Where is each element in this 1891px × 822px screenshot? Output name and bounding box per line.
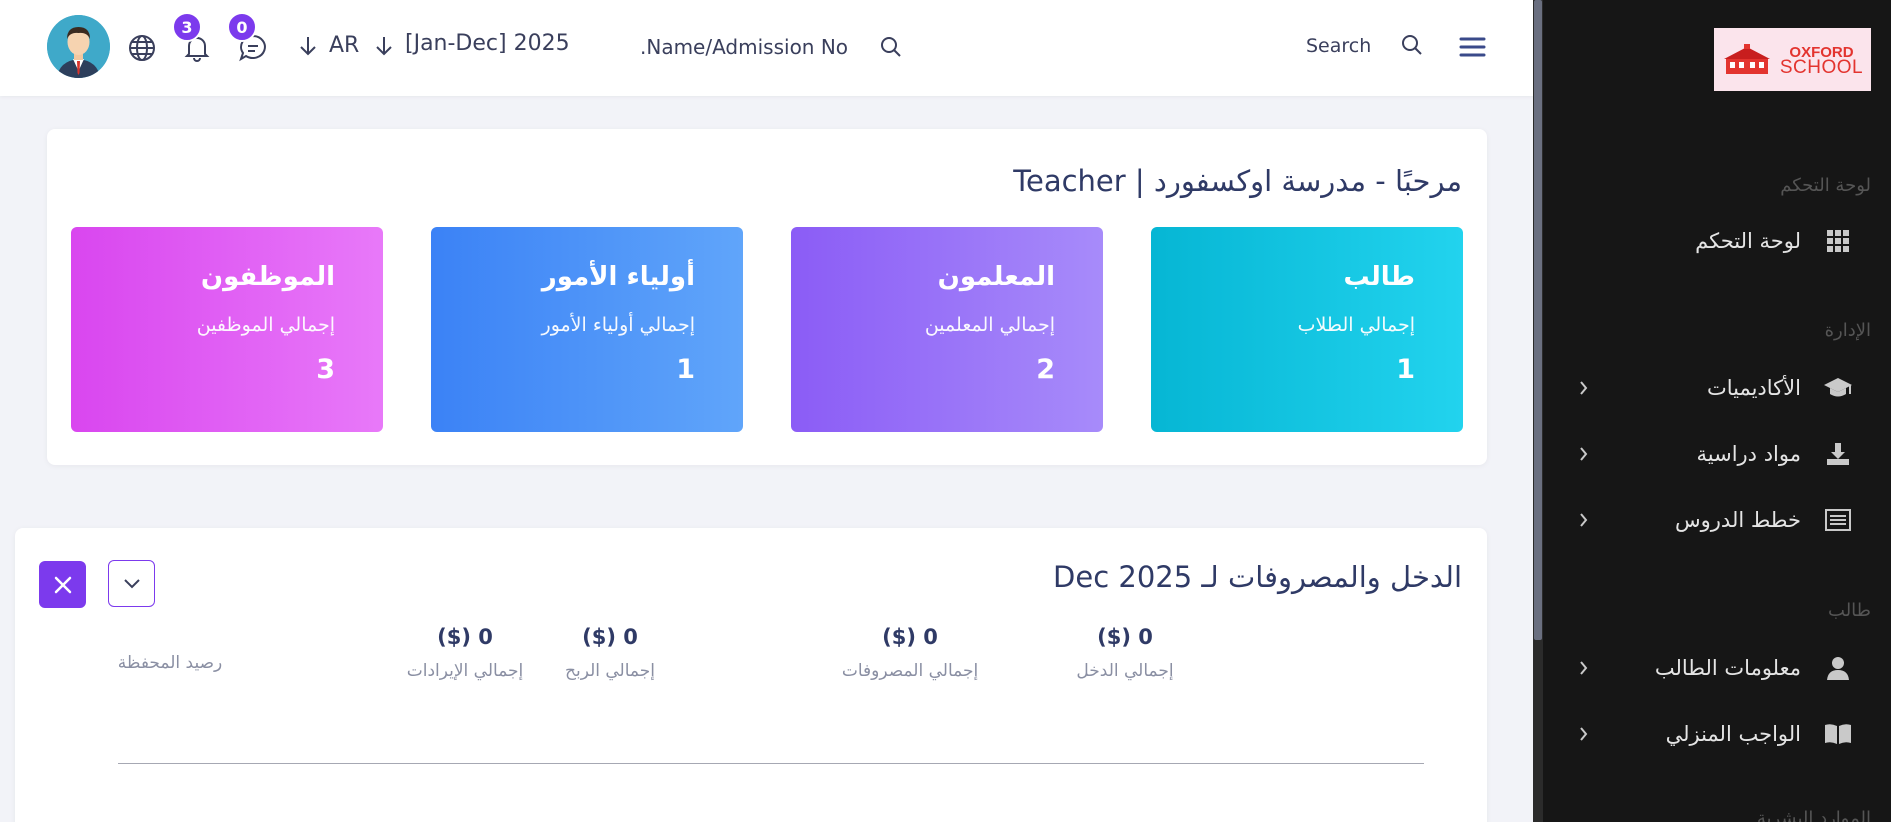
total-expenses-stat: 0 ($) إجمالي المصروفات (825, 625, 995, 681)
stat-card-staff[interactable]: الموظفون إجمالي الموظفين 3 (71, 227, 383, 432)
chevron-left-icon (1573, 723, 1593, 745)
sidebar-item-label: خطط الدروس (1675, 508, 1801, 532)
student-search-box (640, 30, 905, 64)
school-logo[interactable]: OXFORD SCHOOL (1714, 28, 1871, 91)
page-scrollbar[interactable] (1533, 0, 1543, 822)
user-avatar[interactable] (47, 15, 110, 78)
book-icon (1823, 719, 1853, 749)
wallet-balance-label: رصيد المحفظة (117, 653, 223, 673)
stat-subtitle: إجمالي المعلمين (924, 314, 1055, 336)
stat-title: أولياء الأمور (541, 262, 695, 292)
total-expenses-value: 0 ($) (882, 625, 938, 649)
sidebar-item-homework[interactable]: الواجب المنزلي (1543, 709, 1891, 759)
user-icon (1823, 653, 1853, 683)
section-heading-administration: الإدارة (1824, 320, 1871, 341)
chevron-left-icon (1573, 509, 1593, 531)
sidebar-item-dashboard[interactable]: لوحة التحكم (1543, 216, 1891, 266)
stat-title: طالب (1343, 262, 1415, 292)
sidebar-item-label: لوحة التحكم (1695, 229, 1801, 253)
stat-subtitle: إجمالي الطلاب (1297, 314, 1415, 336)
session-selector[interactable]: [Jan-Dec] 2025 (405, 31, 570, 56)
language-globe-icon[interactable] (127, 33, 157, 63)
search-icon[interactable] (1400, 33, 1424, 57)
chevron-down-icon (123, 578, 140, 588)
graduation-cap-icon (1823, 373, 1853, 403)
total-revenue-label: إجمالي الإيرادات (406, 661, 524, 681)
chevron-left-icon (1573, 443, 1593, 465)
stat-value: 1 (1396, 354, 1415, 385)
list-icon (1823, 505, 1853, 535)
total-income-label: إجمالي الدخل (1076, 661, 1174, 681)
logo-text: OXFORD SCHOOL (1779, 45, 1864, 78)
stat-value: 2 (1036, 354, 1055, 385)
sidebar-item-student-info[interactable]: معلومات الطالب (1543, 643, 1891, 693)
logo-line-2: SCHOOL (1779, 56, 1864, 78)
sidebar-item-label: معلومات الطالب (1654, 656, 1801, 680)
total-income: 0 ($) إجمالي الدخل (1045, 625, 1205, 681)
sidebar-item-lesson-plans[interactable]: خطط الدروس (1543, 495, 1891, 545)
welcome-title: مرحبًا - مدرسة اوكسفورد | Teacher (1013, 164, 1462, 198)
stat-subtitle: إجمالي أولياء الأمور (541, 314, 695, 336)
sidebar-item-label: الأكاديميات (1706, 376, 1801, 400)
stat-value: 1 (676, 354, 695, 385)
total-revenue-value: 0 ($) (437, 625, 493, 649)
chevron-left-icon (1573, 657, 1593, 679)
total-income-value: 0 ($) (1097, 625, 1153, 649)
chart-baseline (118, 763, 1424, 764)
close-button[interactable] (39, 561, 86, 608)
stat-title: الموظفون (200, 262, 335, 292)
section-heading-dashboard: لوحة التحكم (1780, 175, 1871, 196)
sidebar-item-label: مواد دراسية (1696, 442, 1801, 466)
section-heading-hr: الموارد البشرية (1756, 808, 1871, 822)
collapse-toggle-button[interactable] (108, 560, 155, 607)
sidebar-item-label: الواجب المنزلي (1665, 722, 1801, 746)
stat-card-students[interactable]: طالب إجمالي الطلاب 1 (1151, 227, 1463, 432)
arrow-down-icon[interactable] (373, 33, 395, 59)
notification-count-badge: 3 (172, 12, 202, 42)
stat-card-parents[interactable]: أولياء الأمور إجمالي أولياء الأمور 1 (431, 227, 743, 432)
stat-value: 3 (316, 354, 335, 385)
school-building-icon (1723, 43, 1770, 74)
download-icon (1823, 439, 1853, 469)
search-icon[interactable] (880, 36, 902, 58)
student-search-input[interactable] (640, 35, 850, 59)
welcome-card: مرحبًا - مدرسة اوكسفورد | Teacher طالب إ… (47, 129, 1487, 465)
grid-icon (1823, 226, 1853, 256)
sidebar-item-academics[interactable]: الأكاديميات (1543, 363, 1891, 413)
stat-subtitle: إجمالي الموظفين (196, 314, 335, 336)
total-expenses-label: إجمالي المصروفات (841, 661, 979, 681)
chevron-left-icon (1573, 377, 1593, 399)
stat-card-teachers[interactable]: المعلمون إجمالي المعلمين 2 (791, 227, 1103, 432)
section-heading-student: طالب (1828, 600, 1871, 621)
language-selector[interactable]: AR (329, 33, 359, 58)
top-header: 3 0 AR [Jan-Dec] 2025 Search (0, 0, 1533, 96)
sidebar: OXFORD SCHOOL لوحة التحكم لوحة التحكم ال… (1533, 0, 1891, 822)
close-icon (54, 576, 71, 593)
search-label[interactable]: Search (1306, 35, 1371, 57)
stat-title: المعلمون (937, 262, 1055, 292)
income-expense-title: الدخل والمصروفات لـ Dec 2025 (1053, 560, 1462, 594)
income-expense-card: الدخل والمصروفات لـ Dec 2025 0 ($) إجمال… (15, 528, 1487, 822)
menu-hamburger-icon[interactable] (1458, 33, 1486, 61)
scrollbar-thumb[interactable] (1534, 0, 1542, 640)
arrow-down-icon[interactable] (297, 33, 319, 59)
messages-count-badge: 0 (227, 12, 257, 42)
sidebar-item-study-materials[interactable]: مواد دراسية (1543, 429, 1891, 479)
total-revenue-block: 0 ($) إجمالي الإيرادات (375, 625, 555, 681)
wallet-balance-block: رصيد المحفظة (90, 653, 250, 673)
